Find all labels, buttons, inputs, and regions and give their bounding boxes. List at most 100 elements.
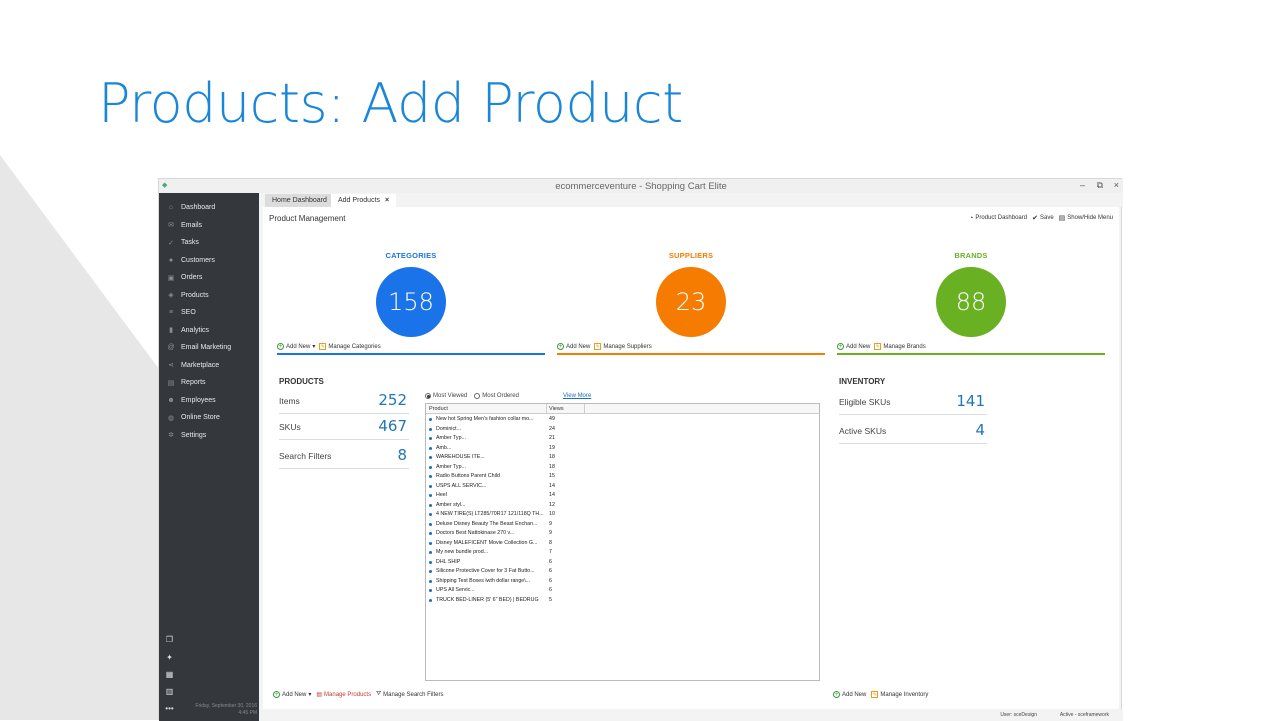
calculator-icon[interactable]: ▦ xyxy=(165,670,174,679)
table-row[interactable]: Amber Typ... 21 xyxy=(426,434,586,444)
save-button[interactable]: ✔ Save xyxy=(1032,214,1054,222)
inventory-section-title: INVENTORY xyxy=(839,377,886,386)
sidebar-item-customers[interactable]: ● Customers xyxy=(159,252,259,269)
user-icon: ● xyxy=(168,256,174,264)
table-row[interactable]: New hot Spring Men's fashion collar mo..… xyxy=(426,415,586,425)
product-views: 12 xyxy=(549,501,555,508)
column-header-product[interactable]: Product xyxy=(429,406,448,412)
table-row[interactable]: Doctors Best Nattokinase 270 v... 9 xyxy=(426,529,586,539)
product-dashboard-button[interactable]: ◔ Product Dashboard xyxy=(969,215,1027,222)
minimize-button[interactable]: – xyxy=(1080,180,1085,190)
tab-home-dashboard[interactable]: Home Dashboard xyxy=(265,194,334,207)
calendar-icon[interactable]: ▥ xyxy=(165,687,174,696)
product-views: 24 xyxy=(549,425,555,432)
product-views: 18 xyxy=(549,454,555,460)
sidebar-item-reports[interactable]: ▤ Reports xyxy=(159,374,259,391)
lightbulb-icon[interactable]: ✦ xyxy=(165,653,174,662)
table-row[interactable]: Amber Typ... 18 xyxy=(426,463,586,473)
eligible-skus-stat[interactable]: Eligible SKUs 141 xyxy=(839,389,987,415)
table-row[interactable]: Disney MALEFICENT Movie Collection G... 8 xyxy=(426,539,586,549)
product-name: Heel xyxy=(436,492,447,498)
table-row[interactable]: USPS ALL SERVIC... 14 xyxy=(426,482,586,492)
add-supplier-button[interactable]: + Add New xyxy=(557,343,590,350)
show-hide-menu-button[interactable]: ▤ Show/Hide Menu xyxy=(1059,214,1113,222)
sidebar-item-emails[interactable]: ✉ Emails xyxy=(159,217,259,234)
sidebar-item-label: Orders xyxy=(181,274,203,281)
table-row[interactable]: Deluxe Disney Beauty The Beast Enchan...… xyxy=(426,520,586,530)
edit-icon: ✎ xyxy=(319,343,327,350)
add-product-button[interactable]: + Add New ▾ xyxy=(273,691,311,698)
column-divider xyxy=(546,404,547,414)
add-brand-button[interactable]: + Add New xyxy=(837,343,870,350)
tab-add-products[interactable]: Add Products × xyxy=(331,194,397,207)
sidebar-item-email-marketing[interactable]: @ Email Marketing xyxy=(159,339,259,356)
at-icon: @ xyxy=(167,344,175,351)
manage-suppliers-button[interactable]: ✎ Manage Suppliers xyxy=(594,343,652,350)
table-row[interactable]: Radio Buttons Parent Child 15 xyxy=(426,472,586,482)
sidebar-item-employees[interactable]: ☻ Employees xyxy=(159,392,259,409)
sidebar-item-settings[interactable]: ✲ Settings xyxy=(159,427,259,444)
product-name: New hot Spring Men's fashion collar mo..… xyxy=(436,416,534,422)
table-row[interactable]: WAREHOUSE ITE... 18 xyxy=(426,453,586,463)
table-row[interactable]: My new bundle prod... 7 xyxy=(426,548,586,558)
most-viewed-radio[interactable]: Most Viewed xyxy=(425,393,467,399)
action-label: Add New xyxy=(846,343,871,350)
sidebar-item-online-store[interactable]: ◍ Online Store xyxy=(159,409,259,426)
brands-count[interactable]: 88 xyxy=(936,267,1006,337)
bullet-icon xyxy=(429,465,432,469)
more-icon[interactable]: ••• xyxy=(165,704,174,713)
sidebar-item-marketplace[interactable]: ⋖ Marketplace xyxy=(159,357,259,374)
gear-icon: ✲ xyxy=(168,432,174,439)
close-button[interactable]: × xyxy=(1114,180,1119,190)
bullet-icon xyxy=(429,494,432,497)
sidebar-item-tasks[interactable]: ✓ Tasks xyxy=(159,234,259,251)
sidebar-item-label: Analytics xyxy=(181,326,210,334)
sidebar-item-orders[interactable]: ▣ Orders xyxy=(159,269,259,286)
column-header-views[interactable]: Views xyxy=(549,406,564,412)
view-more-link[interactable]: View More xyxy=(563,393,591,399)
table-row[interactable]: UPS All Servic... 6 xyxy=(426,586,586,596)
table-row[interactable]: 4 NEW TIRE(S) LT285/70R17 121/118Q TH...… xyxy=(426,510,586,520)
sidebar-item-label: Settings xyxy=(181,431,207,439)
table-row[interactable]: Heel 14 xyxy=(426,491,586,501)
edit-icon: ✎ xyxy=(594,343,602,350)
manage-products-button[interactable]: ▤ Manage Products xyxy=(316,691,371,699)
most-ordered-radio[interactable]: Most Ordered xyxy=(474,393,519,399)
manage-brands-button[interactable]: ✎ Manage Brands xyxy=(874,343,926,350)
windows-icon[interactable]: ❐ xyxy=(165,635,174,644)
table-row[interactable]: Shipping Test Boxes iwth dollar range\..… xyxy=(426,577,586,587)
table-row[interactable]: DHL SHIP 6 xyxy=(426,558,586,568)
active-skus-stat[interactable]: Active SKUs 4 xyxy=(839,418,987,444)
stat-label: SKUs xyxy=(279,422,301,432)
tab-close-icon[interactable]: × xyxy=(385,197,389,204)
sidebar-item-label: Emails xyxy=(181,221,203,229)
restore-button[interactable]: ⧉ xyxy=(1097,180,1103,191)
table-row[interactable]: Dominict... 24 xyxy=(426,425,586,435)
edit-icon: ✎ xyxy=(871,691,879,698)
product-views: 49 xyxy=(549,416,555,422)
home-icon: ⌂ xyxy=(168,204,174,211)
add-inventory-button[interactable]: + Add New xyxy=(833,691,866,698)
skus-stat[interactable]: SKUs 467 xyxy=(279,414,409,440)
suppliers-count[interactable]: 23 xyxy=(656,267,726,337)
table-row[interactable]: Amb... 19 xyxy=(426,444,586,454)
card-actions: + Add New ▾ ✎ Manage Categories xyxy=(277,343,381,350)
manage-categories-button[interactable]: ✎ Manage Categories xyxy=(319,343,381,350)
sidebar-item-seo[interactable]: ≡ SEO xyxy=(159,304,259,321)
table-row[interactable]: TRUCK BED-LINER (5' 6" BED) | BEDRUG 5 xyxy=(426,596,586,606)
tasks-icon: ✓ xyxy=(168,239,174,247)
stat-label: Items xyxy=(279,396,300,406)
sidebar-item-products[interactable]: ◈ Products xyxy=(159,287,259,304)
manage-inventory-button[interactable]: ✎ Manage Inventory xyxy=(871,691,928,698)
manage-search-filters-button[interactable]: ⛛ Manage Search Filters xyxy=(376,691,443,698)
table-row[interactable]: Amber styl... 12 xyxy=(426,501,586,511)
table-row[interactable]: Silicone Protective Cover for 3 Fat Butt… xyxy=(426,567,586,577)
sidebar-item-analytics[interactable]: ▮ Analytics xyxy=(159,322,259,339)
sidebar-item-dashboard[interactable]: ⌂ Dashboard xyxy=(159,199,259,216)
search-filters-stat[interactable]: Search Filters 8 xyxy=(279,443,409,469)
most-viewed-grid: Product Views New hot Spring Men's fashi… xyxy=(425,403,820,681)
items-stat[interactable]: Items 252 xyxy=(279,388,409,414)
categories-count[interactable]: 158 xyxy=(376,267,446,337)
product-name: Radio Buttons Parent Child xyxy=(436,473,500,479)
add-category-button[interactable]: + Add New ▾ xyxy=(277,343,315,350)
